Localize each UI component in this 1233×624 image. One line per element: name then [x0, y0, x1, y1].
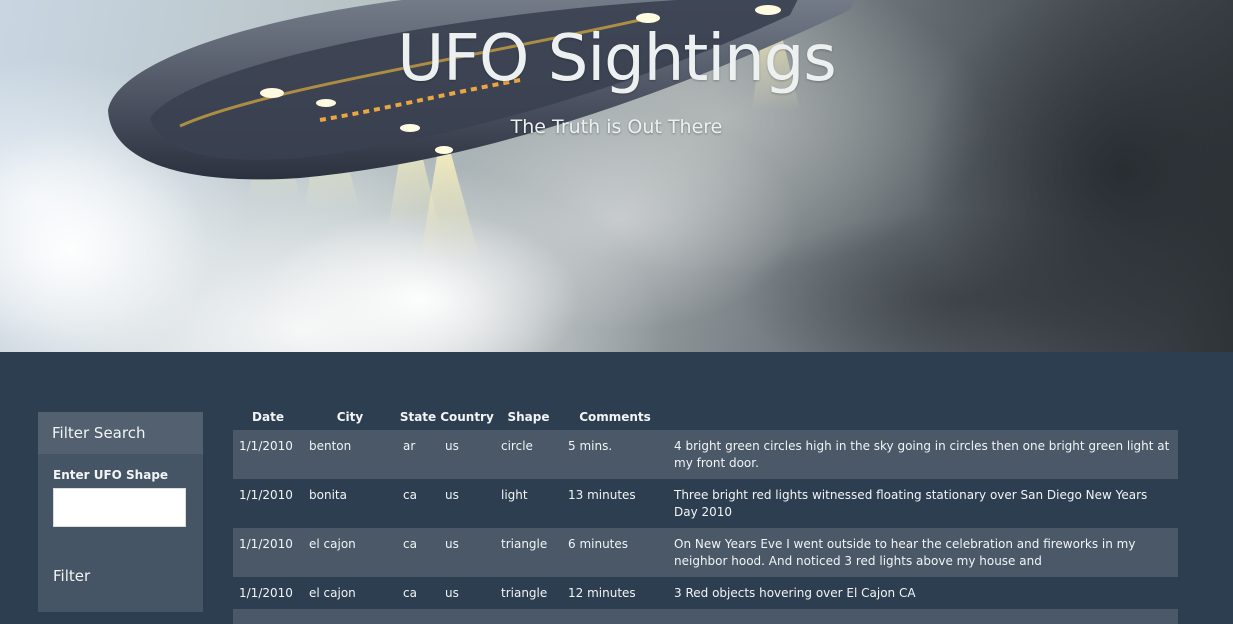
filter-panel-header: Filter Search: [38, 412, 203, 454]
hero-banner: UFO Sightings The Truth is Out There: [0, 0, 1233, 352]
cell-duration: 13 minutes: [562, 479, 668, 528]
table-row: 1/1/2010 el cajon ca us triangle 12 minu…: [233, 577, 1178, 609]
filter-button[interactable]: Filter: [53, 567, 90, 585]
cell-shape: triangle: [495, 528, 562, 577]
cell-country: [439, 609, 495, 624]
table-row: 1/1/2010 bonita ca us light 13 minutes T…: [233, 479, 1178, 528]
cell-comments: Three bright red lights witnessed floati…: [668, 479, 1178, 528]
cell-comments: 4 bright green circles high in the sky g…: [668, 430, 1178, 479]
cell-shape: [495, 609, 562, 624]
cell-city: el cajon: [303, 577, 397, 609]
shape-input-label: Enter UFO Shape: [53, 468, 169, 482]
cell-shape: circle: [495, 430, 562, 479]
cell-state: ca: [397, 528, 439, 577]
cell-city: [303, 609, 397, 624]
cell-date: [233, 609, 303, 624]
table-row: 1/1/2010 el cajon ca us triangle 6 minut…: [233, 528, 1178, 577]
cell-date: 1/1/2010: [233, 528, 303, 577]
cell-date: 1/1/2010: [233, 479, 303, 528]
column-header-country: Country: [440, 410, 494, 424]
cell-comments: [668, 609, 1178, 624]
cell-country: us: [439, 479, 495, 528]
cell-duration: 5 mins.: [562, 430, 668, 479]
column-header-state: State: [399, 410, 437, 424]
cell-duration: 6 minutes: [562, 528, 668, 577]
cell-date: 1/1/2010: [233, 577, 303, 609]
cell-state: ca: [397, 479, 439, 528]
page-subtitle: The Truth is Out There: [510, 116, 723, 138]
column-header-shape: Shape: [507, 410, 550, 424]
column-header-blank: [668, 404, 1178, 430]
cell-city: el cajon: [303, 528, 397, 577]
shape-input[interactable]: [53, 488, 186, 527]
cell-shape: triangle: [495, 577, 562, 609]
cell-date: 1/1/2010: [233, 430, 303, 479]
column-header-comments: Comments: [579, 410, 651, 424]
filter-panel: Filter Search Enter UFO Shape Filter: [38, 412, 203, 612]
table-row: [233, 609, 1178, 624]
cell-state: ca: [397, 577, 439, 609]
cell-state: ar: [397, 430, 439, 479]
cell-country: us: [439, 528, 495, 577]
cell-country: us: [439, 430, 495, 479]
page-title: UFO Sightings: [397, 22, 836, 96]
cell-shape: light: [495, 479, 562, 528]
cell-comments: 3 Red objects hovering over El Cajon CA: [668, 577, 1178, 609]
cell-city: benton: [303, 430, 397, 479]
column-header-date: Date: [252, 410, 284, 424]
cell-duration: 12 minutes: [562, 577, 668, 609]
column-header-city: City: [336, 410, 364, 424]
cell-comments: On New Years Eve I went outside to hear …: [668, 528, 1178, 577]
cell-country: us: [439, 577, 495, 609]
table-header-row: Date City State Country Shape Comments: [233, 404, 1178, 430]
cell-duration: [562, 609, 668, 624]
cell-city: bonita: [303, 479, 397, 528]
sightings-table: Date City State Country Shape Comments 1…: [233, 404, 1178, 624]
table-row: 1/1/2010 benton ar us circle 5 mins. 4 b…: [233, 430, 1178, 479]
cell-state: [397, 609, 439, 624]
sightings-table-container: Date City State Country Shape Comments 1…: [233, 404, 1178, 624]
